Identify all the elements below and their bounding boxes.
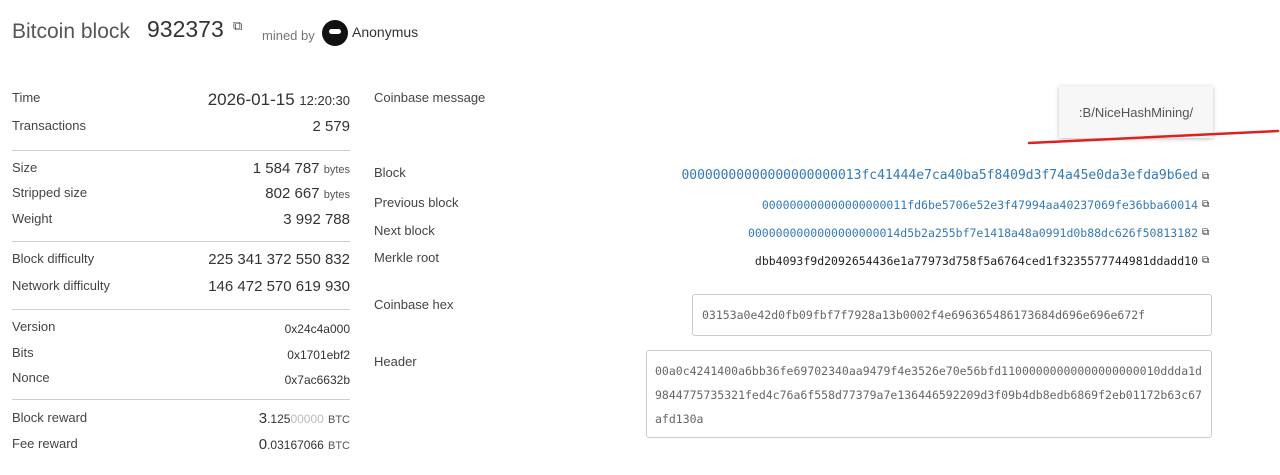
merkle-root-value: dbb4093f9d2092654436e1a77973d758f5a6764c… xyxy=(754,254,1198,268)
weight-row: Weight 3 992 788 xyxy=(12,211,350,233)
copy-icon[interactable]: ⧉ xyxy=(1202,171,1209,182)
block-reward-label: Block reward xyxy=(12,410,88,425)
fee-reward-label: Fee reward xyxy=(12,436,78,451)
weight-value: 3 992 788 xyxy=(283,211,350,228)
mined-by-label: mined by xyxy=(262,28,315,43)
bits-label: Bits xyxy=(12,345,34,360)
divider xyxy=(12,309,350,310)
block-hash[interactable]: 00000000000000000000013fc41444e7ca40ba5f… xyxy=(681,168,1198,183)
transactions-value: 2 579 xyxy=(312,118,350,135)
page-title: Bitcoin block xyxy=(12,20,130,43)
pool-name[interactable]: Anonymus xyxy=(352,24,418,40)
stripped-size-row: Stripped size 802 667 bytes xyxy=(12,185,350,207)
version-row: Version 0x24c4a000 xyxy=(12,319,350,341)
fee-reward-row: Fee reward 0.03167066 BTC xyxy=(12,436,350,458)
transactions-label: Transactions xyxy=(12,118,86,133)
copy-icon[interactable]: ⧉ xyxy=(1202,199,1209,210)
stripped-size-unit: bytes xyxy=(323,189,350,201)
time-clock: 12:20:30 xyxy=(299,93,350,108)
merkle-root-label: Merkle root xyxy=(374,250,440,265)
nonce-row: Nonce 0x7ac6632b xyxy=(12,370,350,392)
coinbase-hex-field[interactable]: 03153a0e42d0fb09fbf7f7928a13b0002f4e6963… xyxy=(692,294,1212,336)
time-label: Time xyxy=(12,90,41,105)
block-label: Block xyxy=(374,165,406,180)
copy-icon[interactable]: ⧉ xyxy=(1202,227,1209,238)
network-difficulty-value: 146 472 570 619 930 xyxy=(208,278,350,295)
fee-reward-value: 0.03167066 BTC xyxy=(259,436,350,453)
copy-icon[interactable]: ⧉ xyxy=(233,18,242,34)
time-row: Time 2026-01-15 12:20:30 xyxy=(12,90,350,112)
fee-reward-unit: BTC xyxy=(328,440,350,452)
block-reward-frac: .125 xyxy=(267,412,291,426)
weight-label: Weight xyxy=(12,211,53,226)
block-reward-unit: BTC xyxy=(328,414,350,426)
copy-icon[interactable]: ⧉ xyxy=(1202,255,1209,266)
divider xyxy=(12,241,350,242)
size-row: Size 1 584 787 bytes xyxy=(12,160,350,182)
nonce-label: Nonce xyxy=(12,370,50,385)
header-hex-field[interactable]: 00a0c4241400a6bb36fe69702340aa9479f4e352… xyxy=(646,350,1212,438)
coinbase-message-label: Coinbase message xyxy=(374,90,486,105)
stripped-size-number: 802 667 xyxy=(265,185,320,202)
network-difficulty-row: Network difficulty 146 472 570 619 930 xyxy=(12,278,350,300)
divider xyxy=(12,399,350,400)
previous-block-label: Previous block xyxy=(374,195,459,210)
network-difficulty-label: Network difficulty xyxy=(12,278,111,293)
size-label: Size xyxy=(12,160,38,175)
pool-logo-icon xyxy=(322,20,348,46)
block-reward-row: Block reward 3.12500000 BTC xyxy=(12,410,350,432)
bits-row: Bits 0x1701ebf2 xyxy=(12,345,350,367)
size-unit: bytes xyxy=(323,164,350,176)
fee-reward-int: 0 xyxy=(258,436,268,453)
size-number: 1 584 787 xyxy=(252,160,320,177)
block-difficulty-label: Block difficulty xyxy=(12,251,95,266)
nonce-value: 0x7ac6632b xyxy=(284,373,350,387)
version-label: Version xyxy=(12,319,56,334)
header-label: Header xyxy=(374,354,417,369)
next-block-hash[interactable]: 0000000000000000000014d5b2a255bf7e1418a4… xyxy=(748,226,1198,240)
block-reward-value: 3.12500000 BTC xyxy=(259,410,350,427)
version-value: 0x24c4a000 xyxy=(284,322,350,336)
bits-value: 0x1701ebf2 xyxy=(287,348,350,362)
size-value: 1 584 787 bytes xyxy=(253,160,350,177)
block-reward-int: 3 xyxy=(258,410,268,427)
block-reward-frac-zeros: 00000 xyxy=(290,412,324,426)
transactions-row: Transactions 2 579 xyxy=(12,118,350,140)
block-difficulty-value: 225 341 372 550 832 xyxy=(208,251,350,268)
coinbase-hex-label: Coinbase hex xyxy=(374,297,454,312)
block-difficulty-row: Block difficulty 225 341 372 550 832 xyxy=(12,251,350,273)
block-height: 932373 xyxy=(147,16,224,42)
divider xyxy=(12,150,350,151)
next-block-label: Next block xyxy=(374,223,435,238)
stripped-size-value: 802 667 bytes xyxy=(265,185,350,202)
fee-reward-frac: .03167066 xyxy=(267,438,324,452)
stripped-size-label: Stripped size xyxy=(12,185,88,200)
time-value: 2026-01-15 12:20:30 xyxy=(208,90,350,110)
previous-block-hash[interactable]: 000000000000000000011fd6be5706e52e3f4799… xyxy=(762,198,1198,212)
time-date: 2026-01-15 xyxy=(207,90,295,109)
red-underline-annotation xyxy=(1027,129,1280,145)
